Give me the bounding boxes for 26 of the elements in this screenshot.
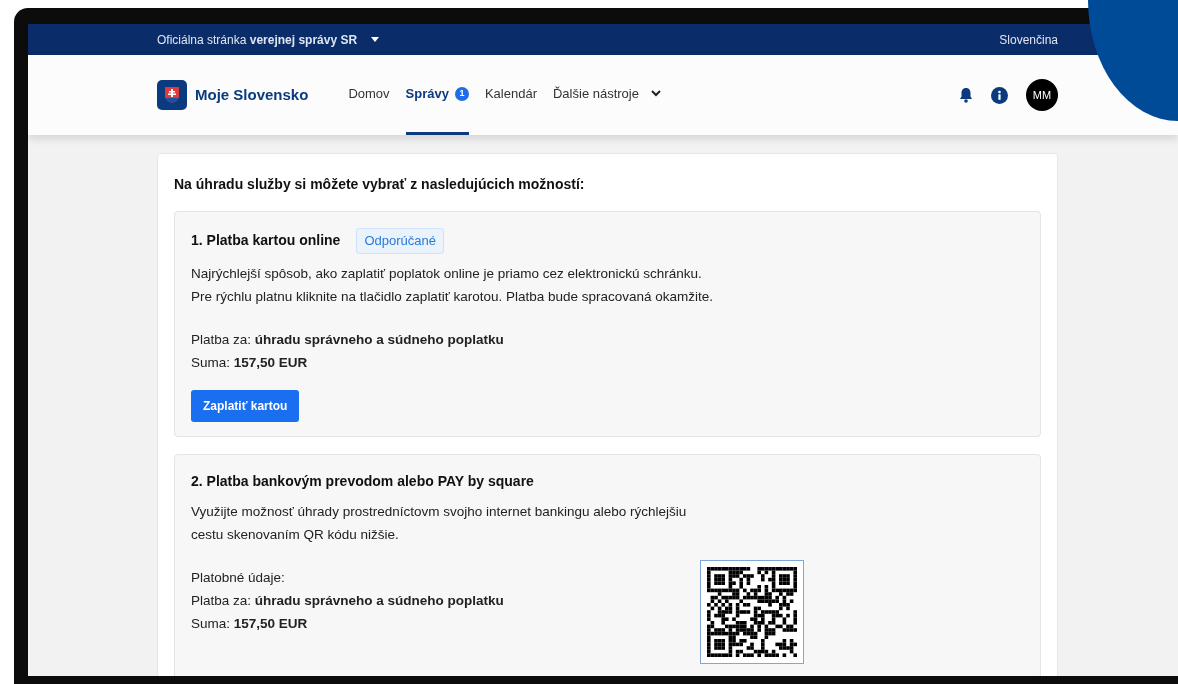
detail-line: Suma: 157,50 EUR — [191, 614, 309, 633]
info-icon[interactable] — [991, 86, 1008, 104]
caret-icon — [371, 37, 380, 42]
bell-icon[interactable] — [959, 87, 973, 103]
option-description: Najrýchlejší spôsob, ako zaplatiť poplatok online je priamo cez elektronickú schránku. Pre rýchlu platnu kliknite na tlačidlo zaplatiť karotou. Platba bude spracovaná okamžite. — [191, 264, 714, 306]
shield-logo-icon — [157, 80, 187, 110]
detail-line: Platba za: úhradu správneho a súdneho poplatku — [191, 591, 505, 610]
nav-tab[interactable]: Ďalšie nástroje — [553, 55, 661, 135]
recommended-tag: Odporúčané — [356, 228, 444, 254]
avatar[interactable]: MM — [1026, 79, 1058, 111]
option-description: Využijte možnosť úhrady prostredníctovm svojho internet bankingu alebo rýchlejšiu cestu skenovaním QR kódu nižšie. — [191, 502, 688, 544]
chevron-down-icon — [651, 90, 661, 97]
brand-name[interactable]: Moje Slovensko — [195, 83, 309, 107]
official-site-dropdown[interactable]: Oficiálna stránka verejnej správy SR — [157, 30, 380, 49]
nav-tab[interactable]: Kalendár — [484, 55, 537, 135]
nav-tab[interactable]: Správy 1 — [405, 55, 469, 135]
detail-line: Platba za: úhradu správneho a súdneho poplatku — [191, 330, 505, 349]
detail-line: Platobné údaje: — [191, 568, 286, 587]
nav-tab[interactable]: Domov — [348, 55, 390, 135]
section-heading: Na úhradu služby si môžete vybrať z nasledujúcich možností: — [174, 175, 586, 194]
pay-by-card-button[interactable]: Zaplatiť kartou — [191, 389, 300, 422]
option-title: 2. Platba bankovým prevodom alebo PAY by square — [191, 471, 534, 491]
count-badge: 1 — [454, 86, 469, 101]
detail-line: Suma: 157,50 EUR — [191, 353, 309, 372]
language-link[interactable]: Slovenčina — [999, 30, 1058, 49]
option-title: 1. Platba kartou online — [191, 231, 341, 251]
